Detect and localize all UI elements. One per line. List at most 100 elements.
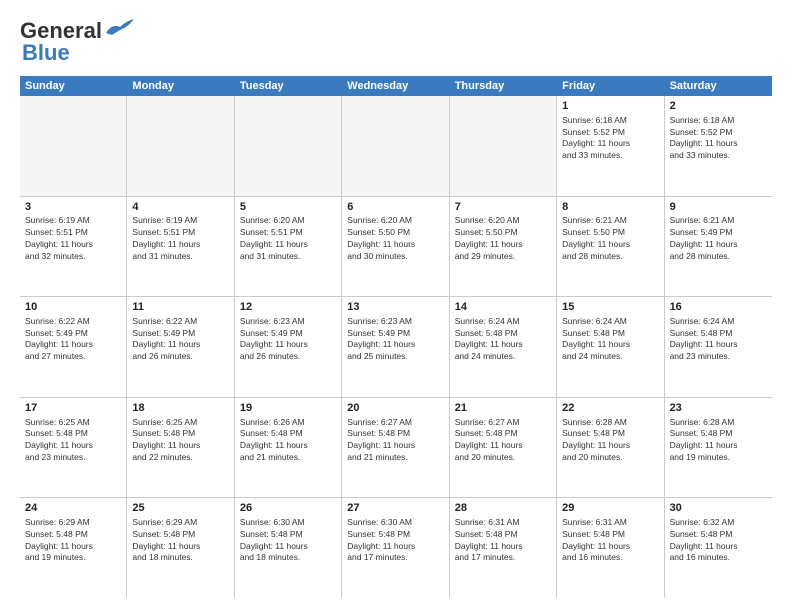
calendar-cell: 20Sunrise: 6:27 AM Sunset: 5:48 PM Dayli…	[342, 398, 449, 498]
day-number: 14	[455, 300, 551, 315]
day-number: 9	[670, 200, 767, 215]
logo-blue: Blue	[22, 40, 70, 66]
day-info: Sunrise: 6:18 AM Sunset: 5:52 PM Dayligh…	[562, 115, 658, 162]
calendar-cell: 7Sunrise: 6:20 AM Sunset: 5:50 PM Daylig…	[450, 197, 557, 297]
calendar-week-2: 3 Sunrise: 6:19 AM Sunset: 5:51 PM Daylig…	[20, 197, 772, 298]
day-number: 1	[562, 99, 658, 114]
day-info: Sunrise: 6:30 AM Sunset: 5:48 PM Dayligh…	[347, 517, 443, 564]
day-number: 8	[562, 200, 658, 215]
day-number: 23	[670, 401, 767, 416]
day-number: 2	[670, 99, 767, 114]
calendar-cell: 27Sunrise: 6:30 AM Sunset: 5:48 PM Dayli…	[342, 498, 449, 598]
day-info: Sunrise: 6:29 AM Sunset: 5:48 PM Dayligh…	[132, 517, 228, 564]
day-info: Sunrise: 6:32 AM Sunset: 5:48 PM Dayligh…	[670, 517, 767, 564]
day-number: 29	[562, 501, 658, 516]
calendar-cell	[20, 96, 127, 196]
day-info: Sunrise: 6:27 AM Sunset: 5:48 PM Dayligh…	[455, 417, 551, 464]
calendar-cell: 21Sunrise: 6:27 AM Sunset: 5:48 PM Dayli…	[450, 398, 557, 498]
day-number: 10	[25, 300, 121, 315]
page: General Blue SundayMondayTuesdayWednesda…	[0, 0, 792, 612]
calendar-cell: 3Sunrise: 6:19 AM Sunset: 5:51 PM Daylig…	[20, 197, 127, 297]
day-info: Sunrise: 6:29 AM Sunset: 5:48 PM Dayligh…	[25, 517, 121, 564]
calendar-cell: 10Sunrise: 6:22 AM Sunset: 5:49 PM Dayli…	[20, 297, 127, 397]
calendar-cell: 8Sunrise: 6:21 AM Sunset: 5:50 PM Daylig…	[557, 197, 664, 297]
day-info: Sunrise: 6:18 AM Sunset: 5:52 PM Dayligh…	[670, 115, 767, 162]
day-info: Sunrise: 6:25 AM Sunset: 5:48 PM Dayligh…	[132, 417, 228, 464]
day-info: Sunrise: 6:22 AM Sunset: 5:49 PM Dayligh…	[132, 316, 228, 363]
calendar-header: SundayMondayTuesdayWednesdayThursdayFrid…	[20, 76, 772, 96]
day-info: Sunrise: 6:20 AM Sunset: 5:51 PM Dayligh…	[240, 215, 336, 262]
day-number: 19	[240, 401, 336, 416]
day-info: Sunrise: 6:27 AM Sunset: 5:48 PM Dayligh…	[347, 417, 443, 464]
calendar-week-5: 24Sunrise: 6:29 AM Sunset: 5:48 PM Dayli…	[20, 498, 772, 598]
day-number: 21	[455, 401, 551, 416]
day-number: 15	[562, 300, 658, 315]
calendar-cell	[235, 96, 342, 196]
day-number: 6	[347, 200, 443, 215]
day-number: 22	[562, 401, 658, 416]
day-info: Sunrise: 6:24 AM Sunset: 5:48 PM Dayligh…	[670, 316, 767, 363]
calendar-cell: 12Sunrise: 6:23 AM Sunset: 5:49 PM Dayli…	[235, 297, 342, 397]
day-number: 12	[240, 300, 336, 315]
day-info: Sunrise: 6:23 AM Sunset: 5:49 PM Dayligh…	[240, 316, 336, 363]
day-info: Sunrise: 6:21 AM Sunset: 5:49 PM Dayligh…	[670, 215, 767, 262]
calendar-cell: 4Sunrise: 6:19 AM Sunset: 5:51 PM Daylig…	[127, 197, 234, 297]
calendar-cell: 11Sunrise: 6:22 AM Sunset: 5:49 PM Dayli…	[127, 297, 234, 397]
calendar-body: 1Sunrise: 6:18 AM Sunset: 5:52 PM Daylig…	[20, 96, 772, 598]
day-number: 13	[347, 300, 443, 315]
day-info: Sunrise: 6:25 AM Sunset: 5:48 PM Dayligh…	[25, 417, 121, 464]
header-day-monday: Monday	[127, 76, 234, 96]
calendar-cell: 23Sunrise: 6:28 AM Sunset: 5:48 PM Dayli…	[665, 398, 772, 498]
calendar-cell: 24Sunrise: 6:29 AM Sunset: 5:48 PM Dayli…	[20, 498, 127, 598]
day-info: Sunrise: 6:28 AM Sunset: 5:48 PM Dayligh…	[562, 417, 658, 464]
header: General Blue	[20, 18, 772, 66]
calendar-cell: 16Sunrise: 6:24 AM Sunset: 5:48 PM Dayli…	[665, 297, 772, 397]
calendar-week-3: 10Sunrise: 6:22 AM Sunset: 5:49 PM Dayli…	[20, 297, 772, 398]
day-number: 26	[240, 501, 336, 516]
day-number: 25	[132, 501, 228, 516]
calendar-cell	[127, 96, 234, 196]
header-day-friday: Friday	[557, 76, 664, 96]
day-number: 27	[347, 501, 443, 516]
calendar-cell: 9Sunrise: 6:21 AM Sunset: 5:49 PM Daylig…	[665, 197, 772, 297]
day-info: Sunrise: 6:28 AM Sunset: 5:48 PM Dayligh…	[670, 417, 767, 464]
day-info: Sunrise: 6:19 AM Sunset: 5:51 PM Dayligh…	[132, 215, 228, 262]
calendar-cell: 22Sunrise: 6:28 AM Sunset: 5:48 PM Dayli…	[557, 398, 664, 498]
calendar-cell: 19Sunrise: 6:26 AM Sunset: 5:48 PM Dayli…	[235, 398, 342, 498]
day-info: Sunrise: 6:31 AM Sunset: 5:48 PM Dayligh…	[562, 517, 658, 564]
header-day-tuesday: Tuesday	[235, 76, 342, 96]
day-number: 18	[132, 401, 228, 416]
calendar-cell	[450, 96, 557, 196]
calendar-cell: 18Sunrise: 6:25 AM Sunset: 5:48 PM Dayli…	[127, 398, 234, 498]
calendar-cell: 30Sunrise: 6:32 AM Sunset: 5:48 PM Dayli…	[665, 498, 772, 598]
header-day-wednesday: Wednesday	[342, 76, 449, 96]
calendar-cell: 26Sunrise: 6:30 AM Sunset: 5:48 PM Dayli…	[235, 498, 342, 598]
day-number: 24	[25, 501, 121, 516]
day-number: 30	[670, 501, 767, 516]
calendar-cell: 15Sunrise: 6:24 AM Sunset: 5:48 PM Dayli…	[557, 297, 664, 397]
day-info: Sunrise: 6:20 AM Sunset: 5:50 PM Dayligh…	[455, 215, 551, 262]
day-info: Sunrise: 6:22 AM Sunset: 5:49 PM Dayligh…	[25, 316, 121, 363]
day-number: 4	[132, 200, 228, 215]
header-day-thursday: Thursday	[450, 76, 557, 96]
day-number: 11	[132, 300, 228, 315]
day-info: Sunrise: 6:20 AM Sunset: 5:50 PM Dayligh…	[347, 215, 443, 262]
header-day-sunday: Sunday	[20, 76, 127, 96]
day-number: 20	[347, 401, 443, 416]
day-info: Sunrise: 6:24 AM Sunset: 5:48 PM Dayligh…	[562, 316, 658, 363]
day-info: Sunrise: 6:26 AM Sunset: 5:48 PM Dayligh…	[240, 417, 336, 464]
calendar-cell: 5Sunrise: 6:20 AM Sunset: 5:51 PM Daylig…	[235, 197, 342, 297]
day-info: Sunrise: 6:23 AM Sunset: 5:49 PM Dayligh…	[347, 316, 443, 363]
day-number: 17	[25, 401, 121, 416]
calendar-cell: 28Sunrise: 6:31 AM Sunset: 5:48 PM Dayli…	[450, 498, 557, 598]
logo: General Blue	[20, 18, 134, 66]
day-number: 16	[670, 300, 767, 315]
day-number: 3	[25, 200, 121, 215]
calendar-cell: 17Sunrise: 6:25 AM Sunset: 5:48 PM Dayli…	[20, 398, 127, 498]
day-info: Sunrise: 6:24 AM Sunset: 5:48 PM Dayligh…	[455, 316, 551, 363]
day-number: 7	[455, 200, 551, 215]
calendar-cell: 25Sunrise: 6:29 AM Sunset: 5:48 PM Dayli…	[127, 498, 234, 598]
day-number: 28	[455, 501, 551, 516]
header-day-saturday: Saturday	[665, 76, 772, 96]
day-info: Sunrise: 6:30 AM Sunset: 5:48 PM Dayligh…	[240, 517, 336, 564]
